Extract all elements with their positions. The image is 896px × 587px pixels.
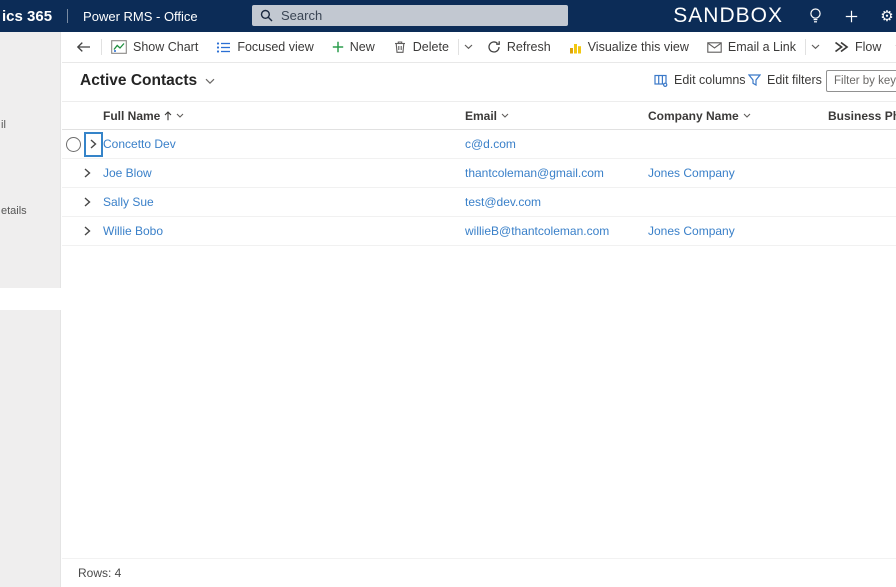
email-link-button[interactable]: Email a Link bbox=[698, 34, 805, 60]
email-link-label: Email a Link bbox=[727, 40, 796, 54]
flow-dropdown-chevron[interactable] bbox=[890, 34, 896, 60]
view-header: Active Contacts Edit columns Edit filter… bbox=[62, 63, 896, 101]
row-expand-focus-box[interactable] bbox=[84, 131, 103, 157]
row-count: Rows: 4 bbox=[78, 566, 122, 580]
column-header-company[interactable]: Company Name bbox=[648, 109, 751, 123]
flow-button[interactable]: Flow bbox=[825, 34, 890, 60]
company-header-label: Company Name bbox=[648, 108, 739, 123]
header-right-group: SANDBOX ⚙ bbox=[673, 0, 896, 32]
show-chart-button[interactable]: Show Chart bbox=[102, 34, 207, 60]
contact-company-link[interactable]: Jones Company bbox=[648, 166, 735, 180]
refresh-button[interactable]: Refresh bbox=[478, 34, 560, 60]
column-header-email[interactable]: Email bbox=[465, 109, 509, 123]
contact-name-link[interactable]: Sally Sue bbox=[103, 195, 154, 209]
contact-email-link[interactable]: c@d.com bbox=[465, 137, 516, 151]
focused-view-icon bbox=[216, 41, 231, 54]
refresh-icon bbox=[487, 40, 501, 54]
row-expand-chevron-icon[interactable] bbox=[84, 197, 91, 207]
email-dropdown-chevron[interactable] bbox=[806, 34, 825, 60]
new-button[interactable]: New bbox=[323, 34, 384, 60]
table-row[interactable]: Sally Sue test@dev.com bbox=[62, 188, 896, 217]
contact-name-link[interactable]: Concetto Dev bbox=[103, 137, 176, 151]
table-row[interactable]: Joe Blow thantcoleman@gmail.com Jones Co… bbox=[62, 159, 896, 188]
left-sidebar: il etails bbox=[0, 32, 61, 587]
grid-filter-input[interactable] bbox=[826, 70, 896, 92]
email-envelope-icon bbox=[707, 41, 722, 53]
phone-header-label: Business Phone bbox=[828, 108, 896, 123]
row-expand-chevron-icon bbox=[90, 139, 97, 149]
contact-email-link[interactable]: thantcoleman@gmail.com bbox=[465, 166, 604, 180]
command-bar: Show Chart Focused view New Delete Refre… bbox=[62, 32, 896, 63]
edit-columns-label: Edit columns bbox=[674, 73, 746, 87]
back-button[interactable] bbox=[66, 34, 101, 60]
focused-view-button[interactable]: Focused view bbox=[207, 34, 322, 60]
main-content: Show Chart Focused view New Delete Refre… bbox=[62, 32, 896, 587]
flow-label: Flow bbox=[854, 40, 882, 54]
filter-funnel-icon bbox=[748, 74, 761, 86]
environment-badge: SANDBOX bbox=[673, 4, 783, 27]
company-dropdown-chevron-icon bbox=[743, 113, 751, 118]
sidebar-item-fragment-2[interactable]: etails bbox=[1, 205, 27, 217]
search-icon bbox=[260, 9, 273, 22]
show-chart-label: Show Chart bbox=[133, 40, 199, 54]
focused-view-label: Focused view bbox=[237, 40, 314, 54]
add-icon[interactable] bbox=[833, 0, 869, 32]
sidebar-item-fragment-1[interactable]: il bbox=[1, 119, 6, 131]
header-divider bbox=[67, 9, 69, 23]
full-name-header-label: Full Name bbox=[103, 108, 161, 123]
delete-dropdown-chevron[interactable] bbox=[459, 34, 478, 60]
view-selector[interactable]: Active Contacts bbox=[80, 72, 215, 90]
edit-filters-label: Edit filters bbox=[767, 73, 822, 87]
gear-icon[interactable]: ⚙ bbox=[869, 0, 896, 32]
email-header-label: Email bbox=[465, 108, 498, 123]
column-header-full-name[interactable]: Full Name bbox=[103, 109, 184, 123]
edit-columns-button[interactable]: Edit columns bbox=[654, 73, 746, 87]
search-input[interactable] bbox=[279, 7, 523, 24]
show-chart-icon bbox=[111, 40, 127, 54]
app-header: ics 365 Power RMS - Office SANDBOX ⚙ bbox=[0, 0, 896, 32]
contact-email-link[interactable]: test@dev.com bbox=[465, 195, 541, 209]
global-search[interactable] bbox=[252, 5, 568, 26]
view-selector-chevron-icon bbox=[205, 78, 215, 84]
flow-icon bbox=[834, 41, 849, 53]
contact-name-link[interactable]: Willie Bobo bbox=[103, 224, 163, 238]
column-header-phone[interactable]: Business Phone bbox=[828, 109, 896, 123]
contact-name-link[interactable]: Joe Blow bbox=[103, 166, 152, 180]
grid-status-bar: Rows: 4 bbox=[62, 558, 896, 587]
full-name-dropdown-chevron-icon bbox=[176, 113, 184, 118]
delete-trash-icon bbox=[393, 40, 407, 54]
sort-ascending-icon bbox=[164, 110, 172, 120]
refresh-label: Refresh bbox=[506, 40, 551, 54]
grid-header-select-column bbox=[62, 102, 103, 129]
contact-email-link[interactable]: willieB@thantcoleman.com bbox=[465, 224, 609, 238]
grid-header-row: Full Name Email Company Name Business Ph… bbox=[62, 101, 896, 130]
sidebar-selected-item[interactable] bbox=[0, 288, 61, 310]
powerbi-bars-icon bbox=[569, 41, 582, 54]
table-row[interactable]: Concetto Dev c@d.com bbox=[62, 130, 896, 159]
visualize-view-button[interactable]: Visualize this view bbox=[560, 34, 698, 60]
email-dropdown-chevron-icon bbox=[501, 113, 509, 118]
new-plus-icon bbox=[332, 41, 344, 53]
row-expand-chevron-icon[interactable] bbox=[84, 168, 91, 178]
visualize-view-label: Visualize this view bbox=[587, 40, 689, 54]
app-brand[interactable]: ics 365 bbox=[2, 8, 52, 25]
row-expand-chevron-icon[interactable] bbox=[84, 226, 91, 236]
edit-columns-icon bbox=[654, 74, 668, 87]
lightbulb-icon[interactable] bbox=[797, 0, 833, 32]
table-row[interactable]: Willie Bobo willieB@thantcoleman.com Jon… bbox=[62, 217, 896, 246]
edit-filters-button[interactable]: Edit filters bbox=[748, 73, 822, 87]
delete-button[interactable]: Delete bbox=[384, 34, 458, 60]
delete-label: Delete bbox=[412, 40, 449, 54]
row-select-radio[interactable] bbox=[66, 136, 81, 152]
new-label: New bbox=[349, 40, 375, 54]
page-title: Active Contacts bbox=[80, 72, 198, 89]
app-area-name[interactable]: Power RMS - Office bbox=[83, 9, 198, 24]
contact-company-link[interactable]: Jones Company bbox=[648, 224, 735, 238]
